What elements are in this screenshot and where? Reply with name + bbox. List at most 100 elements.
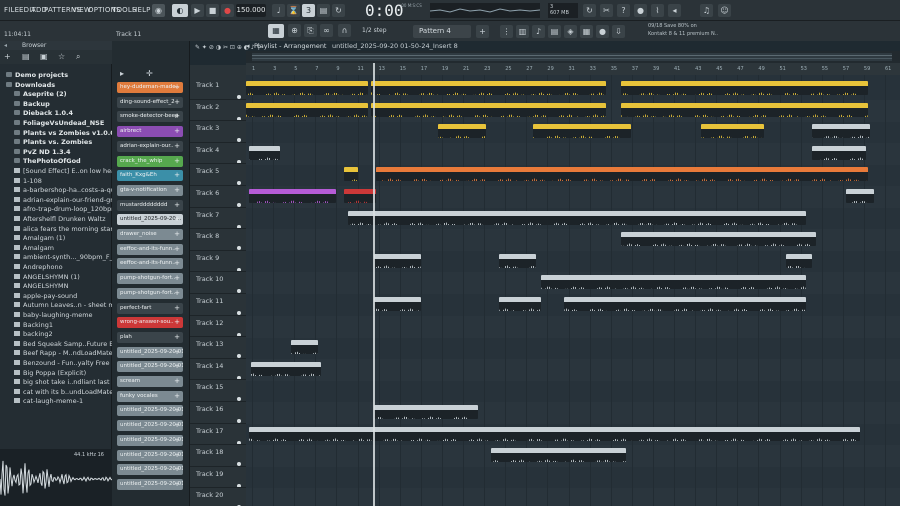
audio-clip[interactable]: funky vocales [249,426,860,441]
browser-file[interactable]: Backing1 [0,321,112,330]
browser-file[interactable]: [Sound Effect] E..on low health] [0,167,112,176]
plugin-icon[interactable]: ◈ [564,25,577,38]
picker-clip[interactable]: smoke-detector-beep + [117,111,183,123]
picker-clip[interactable]: airbrect + [117,126,183,138]
tuner-icon[interactable]: ⌇ [651,4,664,17]
audio-clip[interactable]: untitled_2025-09-20 01-47-49_Insert 8 [491,448,626,463]
picker-add-icon[interactable]: + [174,464,180,475]
picker-add-icon[interactable]: + [174,479,180,490]
picker-add-icon[interactable]: + [174,450,180,461]
track-label[interactable]: Track 1 [196,81,219,89]
snap-grid-icon[interactable]: ▦ [268,24,284,38]
playlist-icon[interactable]: ▦ [580,25,593,38]
track-label[interactable]: Track 12 [196,319,223,327]
picker-clip[interactable]: untitled_2025-09-20 01.. + [117,434,183,446]
browser-file[interactable]: afro-trap-drum-loop_120bpm [0,205,112,214]
browser-file[interactable]: ANGELSHYMN [0,282,112,291]
picker-clip[interactable]: untitled_2025-09-20 01.. + [117,420,183,432]
link-icon[interactable]: ∞ [320,24,333,37]
browser-file[interactable]: Autumn Leaves..n - sheet music [0,301,112,310]
track-lane[interactable] [246,315,900,338]
picker-add-icon[interactable]: + [174,97,180,108]
channel-rack-icon[interactable]: ▥ [516,25,529,38]
picker-add-icon[interactable]: + [174,361,180,372]
audio-clip[interactable]: untitled_...Insert [812,124,870,139]
time-display[interactable]: 0:00 [365,1,404,20]
track-label[interactable]: Track 4 [196,146,219,154]
tempo-display[interactable]: 150.000 [236,4,266,17]
browser-file[interactable]: cat with its b..undLoadMate.com [0,388,112,397]
picker-add-icon[interactable]: + [174,111,180,122]
track-label[interactable]: Track 15 [196,383,223,391]
picker-clip[interactable]: untitled_2025-09-20 01.. + [117,405,183,417]
browser-file[interactable]: Benzound - Fun..yalty Free Music [0,359,112,368]
picker-add-icon[interactable]: + [174,200,180,211]
record-icon[interactable]: ● [221,4,234,17]
browser-folder[interactable]: ThePhotoOfGod [0,157,112,166]
record-mode-icon[interactable]: ◉ [152,4,165,17]
browser-file[interactable]: adrian-explain-our-friend-group [0,196,112,205]
track-lane[interactable] [246,142,900,165]
audio-clip[interactable]: dru.. bpm [348,210,806,225]
snap-step-select[interactable]: 1/2 step [362,27,387,34]
browser-folder[interactable]: Aseprite (2) [0,90,112,99]
browser-folder[interactable]: Downloads [0,81,112,90]
browser-icon[interactable]: ▤ [548,25,561,38]
audio-clip[interactable]: Rev..ver [846,189,874,203]
track-label[interactable]: Track 2 [196,103,219,111]
picker-add-icon[interactable]: + [174,405,180,416]
mixer-icon[interactable]: ⋮ [500,25,513,38]
track-label[interactable]: Track 19 [196,470,223,478]
audio-clip[interactable]: low..saw [249,145,280,160]
audio-clip[interactable]: untitled_2025-09-20 01-45-05_Insert 8 [374,405,478,419]
audio-clip[interactable]: funky sa..be spook [249,189,336,203]
paste-icon[interactable]: ⎘ [304,24,317,37]
zoom-icon[interactable]: ⊕ [288,24,301,37]
picker-clip[interactable]: wrong-answer-sou.. + [117,317,183,329]
picker-clip[interactable]: untitled_2025-09-20 01.. + [117,449,183,461]
picker-clip[interactable]: ding-sound-effect_2 + [117,96,183,108]
track-label[interactable]: Track 5 [196,167,219,175]
browser-folder[interactable]: Plants vs Zombies v1.0.0.1051 [0,129,112,138]
track-lane[interactable] [246,380,900,402]
picker-add-icon[interactable]: + [174,214,180,225]
browser-file[interactable]: alica fears the morning star [0,225,112,234]
audio-clip[interactable]: d..2 [374,253,421,268]
picker-add-icon[interactable]: + [174,273,180,284]
picker-clip[interactable]: crack_the_whip + [117,155,183,167]
picker-clip[interactable]: drawer_noise + [117,229,183,240]
audio-clip[interactable]: Autumn Leav.. [621,81,868,95]
playhead[interactable] [373,63,375,506]
browser-folder[interactable]: Plants vs. Zombies [0,138,112,147]
browser-file[interactable]: ambient-synth..._90bpm_F_major [0,253,112,262]
track-label[interactable]: Track 14 [196,362,223,370]
track-label[interactable]: Track 17 [196,427,223,435]
audio-clip[interactable]: Autumn Leaves - Bill Evans(ft..) [246,81,368,95]
browser-arrow-icon[interactable]: ◂ [4,42,7,49]
mic-icon[interactable]: ● [634,4,647,17]
play-icon[interactable]: ▶ [191,4,204,17]
audio-clip[interactable]: Pa..2 [371,102,606,117]
browser-folder[interactable]: PvZ ND 1.3.4 [0,148,112,157]
loop-record-icon[interactable]: ↻ [332,4,345,17]
picker-add-icon[interactable]: + [174,303,180,314]
audio-clip[interactable] [701,124,764,139]
help-icon[interactable]: ? [617,4,630,17]
picker-clip[interactable]: plah + [117,331,183,343]
magnet-icon[interactable]: ∩ [338,24,351,37]
export-icon[interactable]: ⇩ [612,25,625,38]
track-lane[interactable] [246,358,900,381]
picker-clip[interactable]: untitled_2025-09-20 01.. + [117,346,183,358]
browser-file[interactable]: big shot take i..ndliant last night [0,378,112,387]
picker-add-icon[interactable]: + [174,420,180,431]
browser-file[interactable]: Amalgam (1) [0,234,112,243]
picker-clip[interactable]: pump-shotgun-fort.. + [117,287,183,299]
picker-add-icon[interactable]: + [174,317,180,328]
picker-add-icon[interactable]: + [174,170,180,181]
picker-add-icon[interactable]: + [174,347,180,358]
picker-move-icon[interactable]: ✛ [146,69,153,78]
browser-folder[interactable]: FoliageVsUndead_NSE [0,119,112,128]
playlist-grid[interactable]: Autumn Leaves - Bill Evans(ft..) Autumn L… [246,75,900,506]
picker-add-icon[interactable]: + [174,288,180,299]
track-label[interactable]: Track 3 [196,124,219,132]
